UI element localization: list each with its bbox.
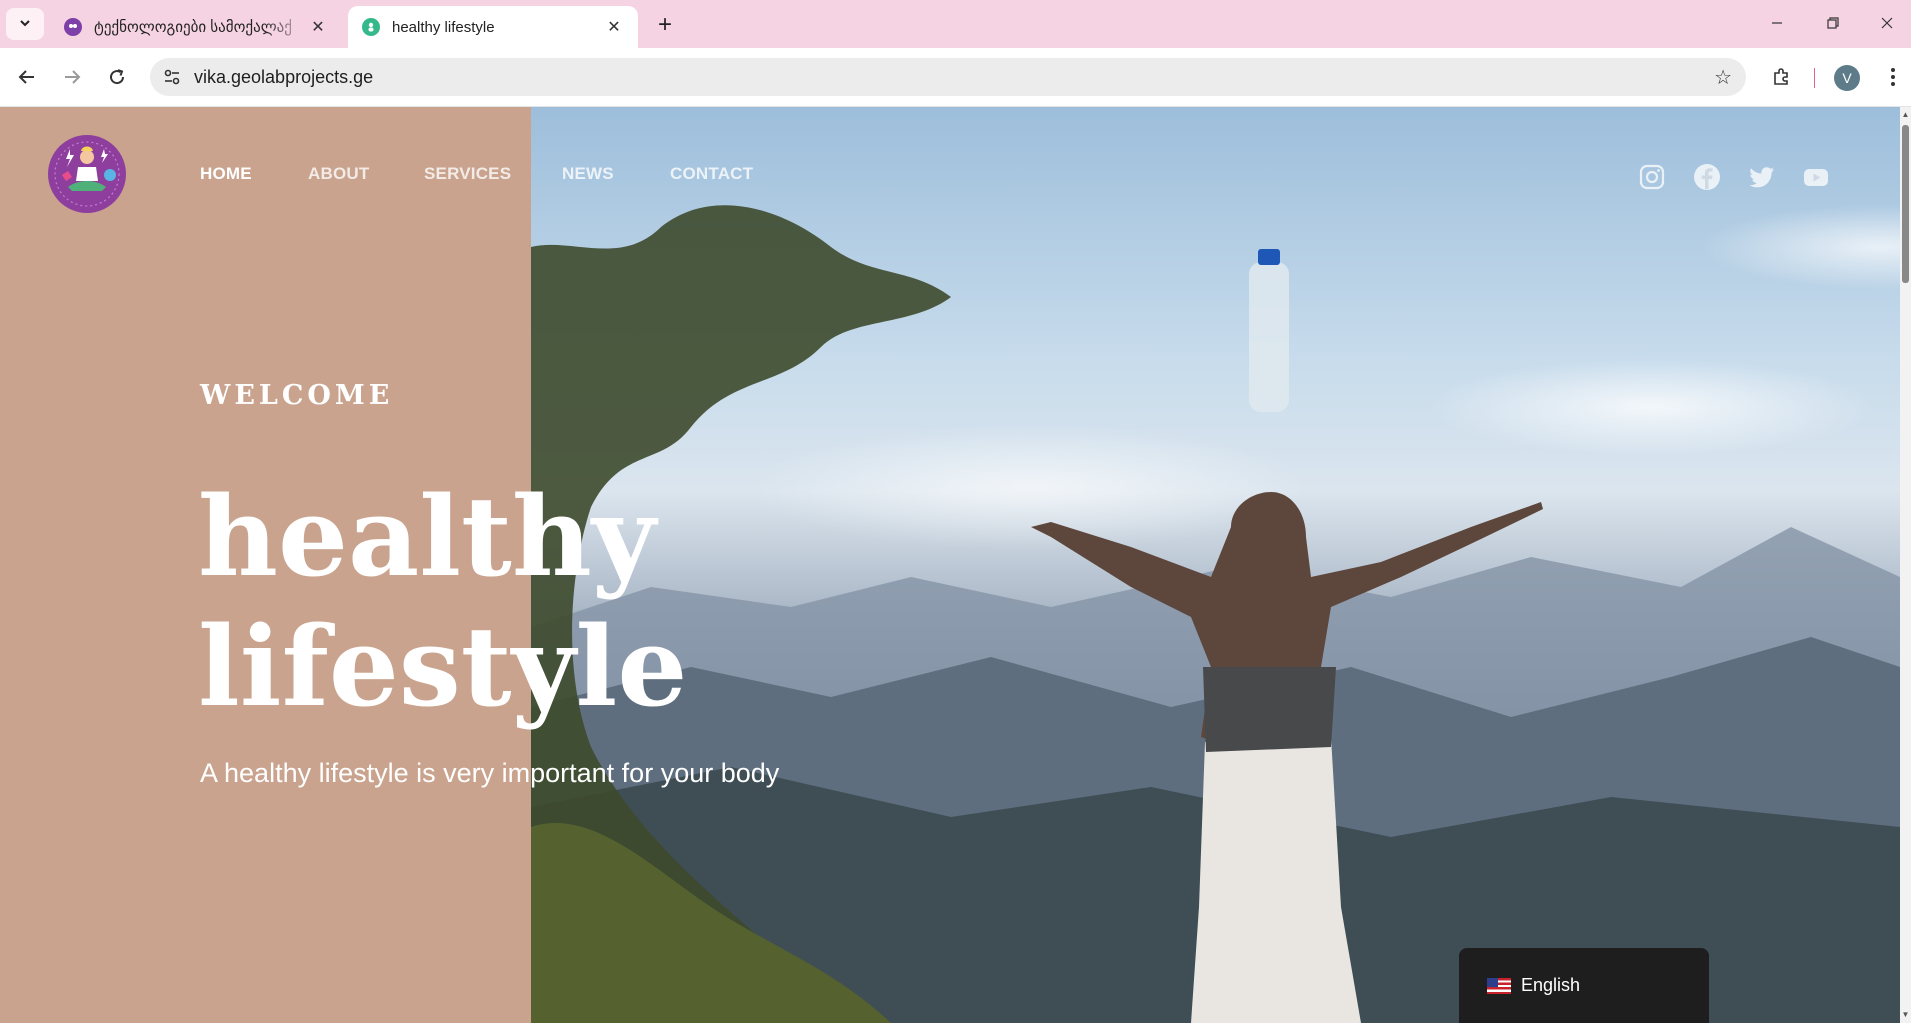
hero-title: healthy lifestyle	[198, 472, 898, 732]
site-favicon-icon	[362, 18, 380, 36]
hero-title-line-1: healthy	[198, 472, 656, 601]
forward-button[interactable]	[55, 60, 89, 94]
nav-link-contact[interactable]: CONTACT	[670, 164, 753, 184]
window-minimize-button[interactable]	[1754, 6, 1800, 40]
tab-healthy-lifestyle[interactable]: healthy lifestyle ✕	[348, 6, 638, 48]
twitter-icon[interactable]	[1748, 163, 1776, 191]
arrow-left-icon	[18, 70, 34, 84]
nav-link-news[interactable]: NEWS	[562, 164, 614, 184]
meditation-logo-icon	[50, 137, 124, 211]
chevron-down-icon	[18, 16, 32, 33]
close-icon	[1881, 17, 1893, 29]
tab-close-icon[interactable]: ✕	[308, 17, 328, 37]
toolbar-separator	[1814, 68, 1815, 88]
address-bar[interactable]: vika.geolabprojects.ge ☆	[150, 58, 1746, 96]
reload-button[interactable]	[100, 60, 134, 94]
language-switcher[interactable]: English	[1459, 948, 1709, 1023]
facebook-icon[interactable]	[1693, 163, 1721, 191]
hero-title-line-2: lifestyle	[198, 602, 688, 731]
tab-title: ტექნოლოგიები სამოქალაქ	[94, 19, 292, 36]
reload-icon	[110, 69, 125, 85]
browser-menu-button[interactable]	[1876, 60, 1910, 94]
youtube-icon[interactable]	[1802, 163, 1830, 191]
profile-avatar[interactable]: V	[1834, 65, 1860, 91]
page-viewport: HOME ABOUT SERVICES NEWS CONTACT WELCOME…	[0, 107, 1900, 1023]
hero-subtitle: A healthy lifestyle is very important fo…	[200, 758, 780, 788]
back-button[interactable]	[10, 60, 44, 94]
window-restore-button[interactable]	[1810, 6, 1856, 40]
window-close-button[interactable]	[1864, 6, 1910, 40]
tab-title: healthy lifestyle	[392, 18, 495, 36]
hero-welcome-label: WELCOME	[200, 380, 394, 411]
browser-toolbar: vika.geolabprojects.ge ☆ V	[0, 48, 1911, 107]
bookmark-star-icon[interactable]: ☆	[1714, 65, 1732, 90]
tab-search-button[interactable]	[6, 8, 44, 40]
page-scrollbar[interactable]: ▲ ▼	[1900, 107, 1911, 1023]
tab-technologies[interactable]: ტექნოლოგიები სამოქალაქ ✕	[50, 6, 342, 48]
minimize-icon	[1772, 22, 1782, 24]
language-label: English	[1521, 975, 1581, 995]
restore-icon	[1827, 17, 1839, 29]
scrollbar-thumb[interactable]	[1902, 125, 1909, 283]
scroll-up-arrow-icon[interactable]: ▲	[1901, 110, 1910, 120]
tab-strip: ტექნოლოგიები სამოქალაქ ✕ healthy lifesty…	[0, 0, 1911, 48]
us-flag-icon	[1487, 977, 1511, 994]
nav-link-about[interactable]: ABOUT	[308, 164, 369, 184]
extensions-button[interactable]	[1764, 60, 1798, 94]
owl-favicon-icon	[64, 18, 82, 36]
arrow-right-icon	[65, 70, 81, 84]
nav-link-home[interactable]: HOME	[200, 164, 252, 184]
instagram-icon[interactable]	[1638, 163, 1666, 191]
plus-icon: +	[657, 11, 672, 38]
nav-link-services[interactable]: SERVICES	[424, 164, 511, 184]
puzzle-icon	[1774, 68, 1788, 85]
site-logo[interactable]	[48, 135, 126, 213]
tab-close-icon[interactable]: ✕	[604, 17, 624, 37]
new-tab-button[interactable]: +	[650, 10, 680, 40]
scroll-down-arrow-icon[interactable]: ▼	[1901, 1010, 1910, 1020]
site-settings-icon[interactable]	[150, 68, 194, 86]
url-text: vika.geolabprojects.ge	[194, 66, 374, 87]
kebab-menu-icon	[1891, 68, 1895, 86]
